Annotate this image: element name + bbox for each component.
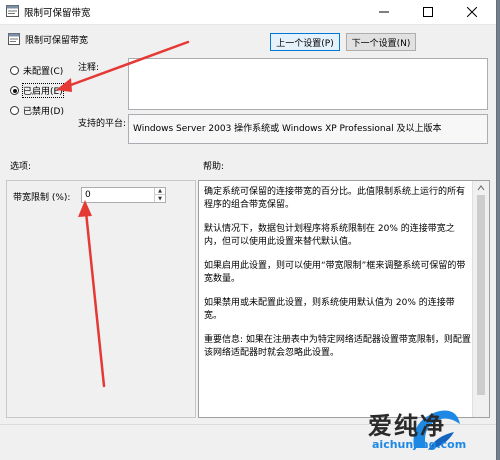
help-paragraph: 确定系统可保留的连接带宽的百分比。此值限制系统上运行的所有程序的组合带宽保留。 [204, 187, 466, 210]
bandwidth-spinner[interactable]: 0 ▲ ▼ [81, 187, 166, 203]
platform-label: 支持的平台: [78, 119, 127, 129]
help-paragraph: 如果禁用或未配置此设置，则系统使用默认值为 20% 的连接带宽。 [204, 298, 455, 321]
maximize-button[interactable] [406, 0, 450, 24]
radio-label: 未配置(C) [23, 67, 64, 77]
radio-disabled[interactable]: 已禁用(D) [10, 104, 64, 117]
radio-label: 已禁用(D) [23, 107, 64, 117]
radio-circle[interactable] [10, 66, 19, 75]
spin-down-icon[interactable]: ▼ [155, 195, 165, 202]
comment-label: 注释: [78, 63, 100, 73]
help-text: 确定系统可保留的连接带宽的百分比。此值限制系统上运行的所有程序的组合带宽保留。 … [204, 186, 472, 371]
window-title: 限制可保留带宽 [24, 8, 91, 19]
minimize-button[interactable] [362, 0, 406, 24]
help-heading: 帮助: [203, 162, 225, 172]
radio-enabled[interactable]: 已启用(E) [10, 83, 64, 98]
platform-field: Windows Server 2003 操作系统或 Windows XP Pro… [128, 114, 488, 144]
policy-window: 限制可保留带宽 限制可保留带宽 上一个设置(P) 下一个设置(N) 未配置(C)… [0, 0, 497, 460]
prev-setting-button[interactable]: 上一个设置(P) [270, 33, 340, 51]
platform-value: Windows Server 2003 操作系统或 Windows XP Pro… [133, 124, 442, 134]
watermark-url: aichunjing.com [372, 438, 467, 451]
scroll-up-icon[interactable] [473, 182, 489, 194]
radio-not-configured[interactable]: 未配置(C) [10, 64, 63, 77]
close-button[interactable] [450, 0, 494, 24]
watermark-brand-text: 爱纯净 [368, 412, 446, 440]
options-heading: 选项: [10, 162, 32, 172]
bandwidth-value: 0 [85, 190, 91, 200]
bandwidth-label: 带宽限制 (%): [13, 193, 71, 203]
radio-circle[interactable] [10, 106, 19, 115]
maximize-icon [423, 7, 433, 17]
help-paragraph: 重要信息: 如果在注册表中为特定网络适配器设置带宽限制，则配置该网络适配器时就会… [204, 335, 471, 358]
help-panel: 确定系统可保留的连接带宽的百分比。此值限制系统上运行的所有程序的组合带宽保留。 … [198, 180, 490, 418]
minimize-icon [379, 11, 389, 13]
help-paragraph: 默认情况下，数据包计划程序将系统限制在 20% 的连接带宽之内，但可以使用此设置… [204, 224, 455, 247]
comment-textarea[interactable] [128, 58, 488, 110]
scroll-thumb[interactable] [477, 195, 485, 395]
setting-title: 限制可保留带宽 [25, 36, 89, 46]
next-setting-button[interactable]: 下一个设置(N) [346, 33, 416, 51]
radio-label: 已启用(E) [22, 83, 64, 98]
help-paragraph: 如果启用此设置，则可以使用“带宽限制”框来调整系统可保留的带宽数量。 [204, 261, 466, 284]
radio-circle[interactable] [10, 86, 19, 95]
setting-icon [8, 33, 20, 45]
spin-up-icon[interactable]: ▲ [155, 188, 165, 195]
spinner-buttons: ▲ ▼ [154, 188, 165, 202]
policy-icon [6, 5, 19, 17]
help-scrollbar[interactable] [472, 181, 489, 417]
title-bar: 限制可保留带宽 [0, 0, 496, 25]
close-icon [467, 7, 477, 17]
options-panel: 带宽限制 (%): 0 ▲ ▼ [6, 180, 196, 418]
